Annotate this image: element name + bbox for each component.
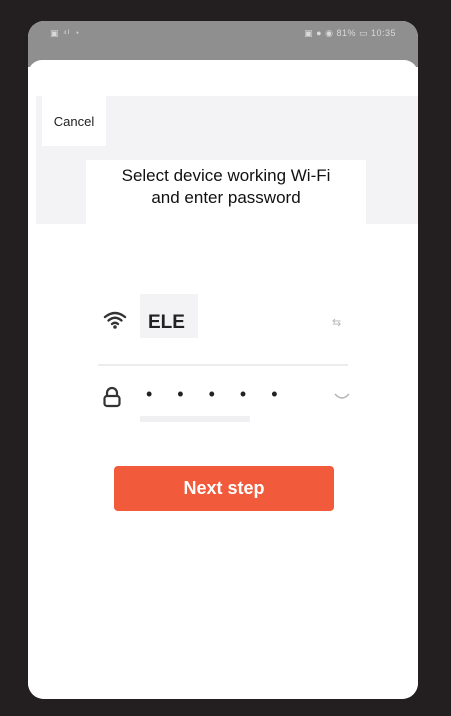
wifi-icon bbox=[103, 311, 127, 329]
field-divider bbox=[98, 364, 348, 366]
switch-network-icon[interactable]: ⇆ bbox=[332, 316, 341, 329]
password-underline bbox=[140, 416, 250, 422]
phone-screen: ▣ ⁴ᴵ ◔ ▣ ● ◉ 81% ▭ 10:35 Cancel Select d… bbox=[28, 21, 418, 699]
ssid-field[interactable] bbox=[148, 312, 268, 334]
page-title: Select device working Wi-Fi and enter pa… bbox=[86, 165, 366, 209]
title-line-2: and enter password bbox=[151, 188, 301, 207]
next-step-button[interactable]: Next step bbox=[114, 466, 334, 511]
hide-password-icon[interactable] bbox=[334, 393, 350, 401]
lock-icon bbox=[103, 386, 121, 408]
status-right: ▣ ● ◉ 81% ▭ 10:35 bbox=[304, 28, 396, 38]
title-line-1: Select device working Wi-Fi bbox=[121, 166, 331, 185]
cancel-button[interactable]: Cancel bbox=[42, 96, 106, 146]
password-field[interactable] bbox=[146, 384, 286, 405]
status-left: ▣ ⁴ᴵ ◔ bbox=[50, 28, 81, 38]
wifi-setup-sheet: Cancel Select device working Wi-Fi and e… bbox=[28, 60, 418, 699]
